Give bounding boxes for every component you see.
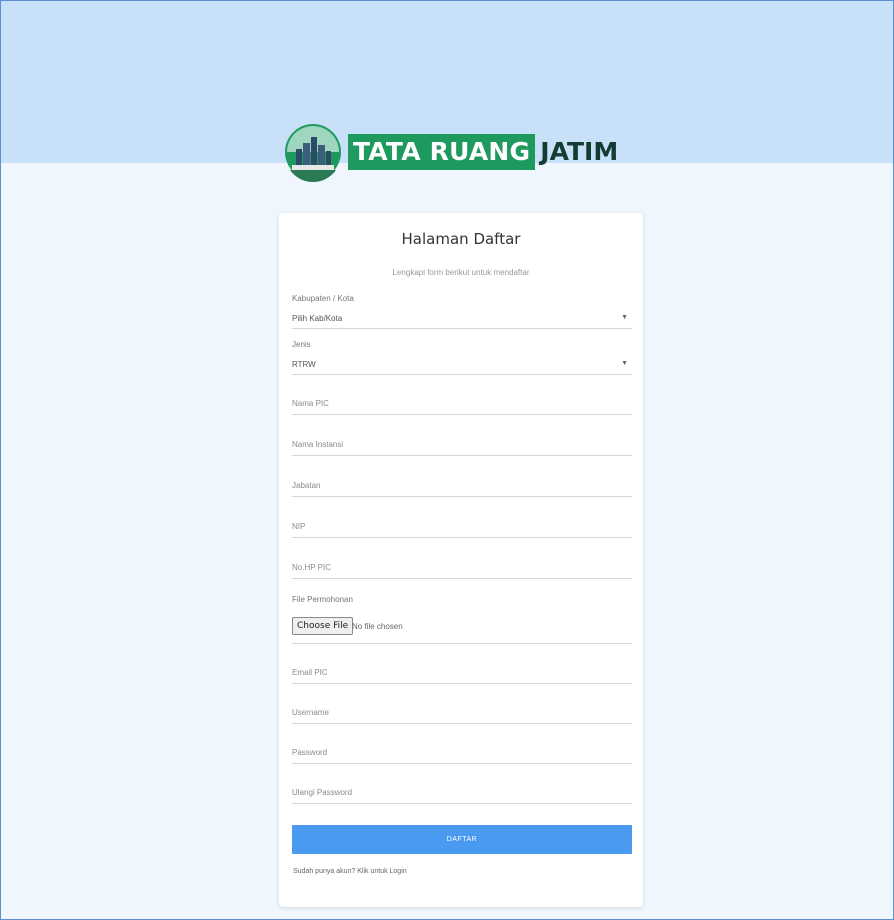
kabupaten-select[interactable]: Pilih Kab/Kota ▼ (292, 309, 632, 329)
ulangi-password-input[interactable] (292, 782, 632, 804)
file-upload: Choose File No file chosen (292, 617, 632, 644)
city-skyline-icon (282, 121, 344, 183)
brand-name-primary: TATA RUANG (348, 134, 536, 170)
file-permohonan-label: File Permohonan (292, 595, 353, 604)
jenis-label: Jenis (292, 340, 311, 349)
nama-instansi-input[interactable] (292, 434, 632, 456)
chevron-down-icon: ▼ (621, 360, 628, 367)
page-subtitle: Lengkapi form berikut untuk mendaftar (392, 268, 530, 277)
email-input[interactable] (292, 662, 632, 684)
password-input[interactable] (292, 742, 632, 764)
daftar-button[interactable]: DAFTAR (292, 825, 632, 854)
nip-input[interactable] (292, 516, 632, 538)
page-title: Halaman Daftar (401, 230, 521, 248)
file-status-text: No file chosen (352, 622, 403, 631)
register-card: Halaman Daftar Lengkapi form berikut unt… (279, 213, 643, 907)
kabupaten-select-value: Pilih Kab/Kota (292, 314, 343, 323)
username-input[interactable] (292, 702, 632, 724)
jabatan-input[interactable] (292, 475, 632, 497)
jenis-select[interactable]: RTRW ▼ (292, 355, 632, 375)
kabupaten-label: Kabupaten / Kota (292, 294, 354, 303)
nama-pic-input[interactable] (292, 393, 632, 415)
login-link[interactable]: Sudah punya akun? Klik untuk Login (293, 868, 407, 875)
choose-file-button[interactable]: Choose File (292, 617, 354, 635)
brand-name-secondary: JATIM (540, 137, 619, 166)
jenis-select-value: RTRW (292, 360, 316, 369)
chevron-down-icon: ▼ (621, 314, 628, 321)
site-logo: TATA RUANG JATIM (282, 121, 619, 183)
no-hp-input[interactable] (292, 557, 632, 579)
